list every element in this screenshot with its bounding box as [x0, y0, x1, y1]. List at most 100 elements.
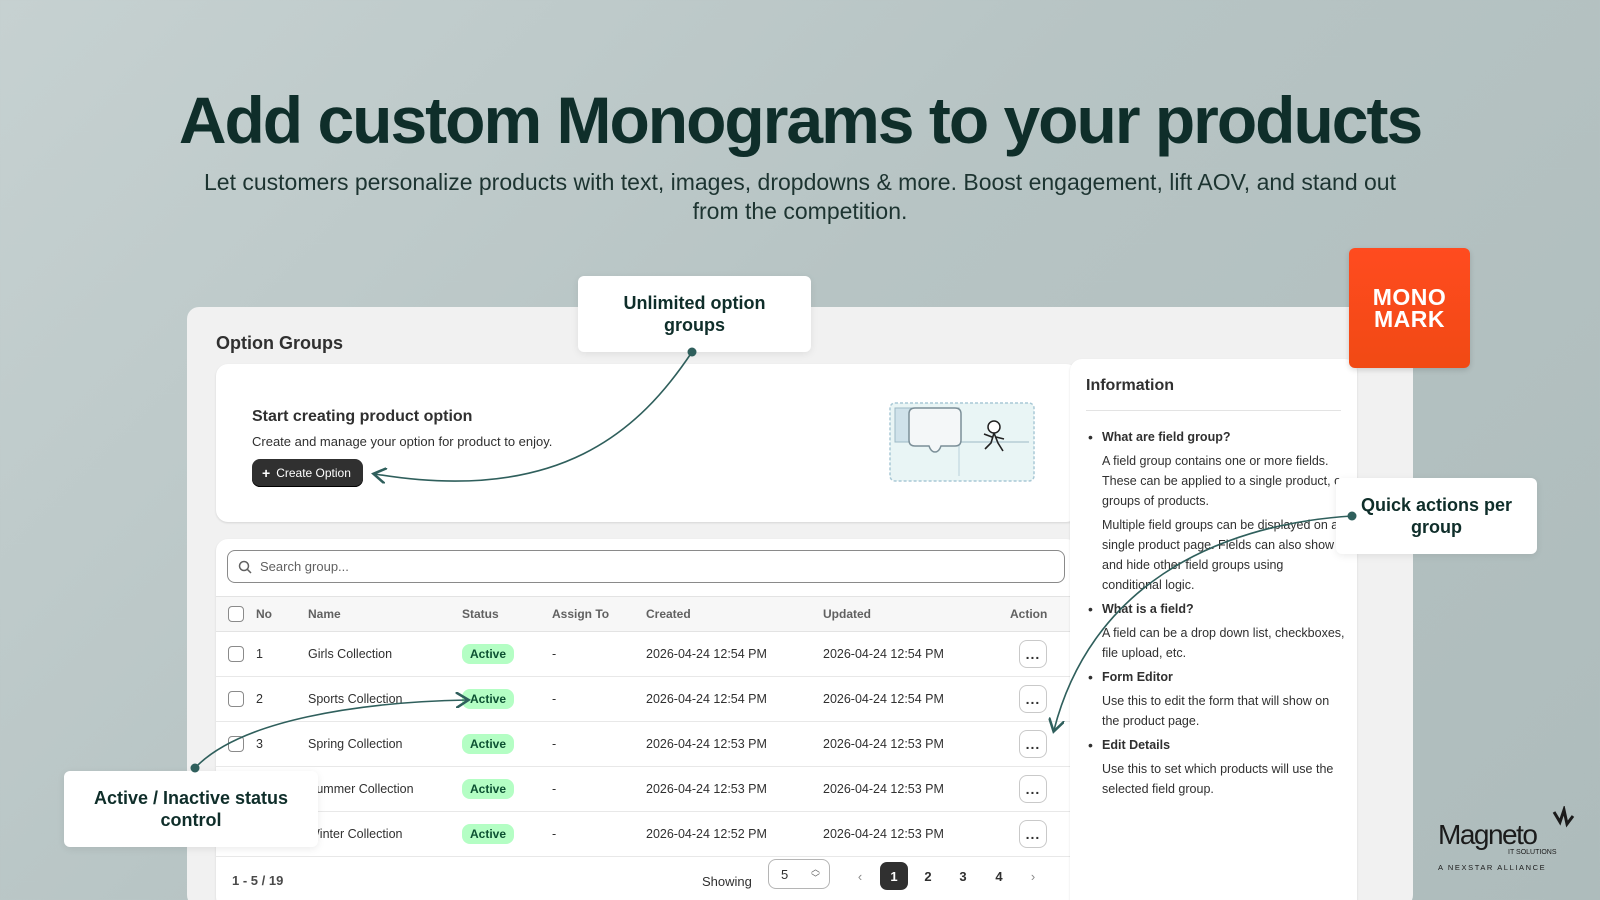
row-assign: -	[552, 827, 557, 841]
row-created: 2026-04-24 12:53 PM	[646, 782, 767, 796]
info-question: Edit Details	[1102, 738, 1171, 752]
callout-text: Quick actions per group	[1360, 495, 1513, 537]
puzzle-illustration-icon	[889, 402, 1035, 482]
status-badge[interactable]: Active	[462, 689, 515, 709]
row-updated: 2026-04-24 12:54 PM	[823, 692, 944, 706]
info-item: Edit Details Use this to set which produ…	[1086, 735, 1346, 799]
select-all-checkbox[interactable]	[228, 606, 244, 622]
table-row[interactable]: 1 Girls Collection Active - 2026-04-24 1…	[216, 632, 1078, 677]
info-title: Information	[1086, 377, 1174, 394]
row-actions-button[interactable]: ...	[1019, 685, 1047, 713]
page-2-button[interactable]: 2	[914, 862, 942, 890]
table-row[interactable]: 3 Spring Collection Active - 2026-04-24 …	[216, 722, 1078, 767]
hero-title: Add custom Monograms to your products	[178, 83, 1423, 157]
info-text: A field can be a drop down list, checkbo…	[1102, 626, 1345, 660]
row-updated: 2026-04-24 12:54 PM	[823, 647, 944, 661]
page-title: Option Groups	[216, 333, 343, 353]
logo-line-1: MONO	[1372, 284, 1447, 310]
info-question: What are field group?	[1102, 430, 1231, 444]
row-actions-button[interactable]: ...	[1019, 730, 1047, 758]
row-checkbox[interactable]	[228, 736, 244, 752]
row-no: 3	[256, 737, 263, 751]
row-checkbox[interactable]	[228, 691, 244, 707]
callout-status-control: Active / Inactive status control	[64, 771, 318, 847]
info-text: A field group contains one or more field…	[1102, 454, 1346, 508]
callout-text: Unlimited option groups	[623, 293, 766, 335]
header-name: Name	[308, 607, 341, 621]
callout-unlimited-groups: Unlimited option groups	[578, 276, 811, 352]
info-item: What is a field? A field can be a drop d…	[1086, 599, 1346, 663]
header-action: Action	[1010, 607, 1048, 621]
information-card: Information What are field group? A fiel…	[1070, 359, 1357, 900]
row-updated: 2026-04-24 12:53 PM	[823, 737, 944, 751]
row-name: Girls Collection	[308, 647, 393, 661]
row-no: 1	[256, 647, 263, 661]
row-name: Sports Collection	[308, 692, 403, 706]
table-row[interactable]: 2 Sports Collection Active - 2026-04-24 …	[216, 677, 1078, 722]
page-4-button[interactable]: 4	[985, 862, 1013, 890]
status-badge[interactable]: Active	[462, 734, 515, 754]
row-name: Winter Collection	[308, 827, 403, 841]
row-assign: -	[552, 692, 557, 706]
monomark-logo: MONO MARK	[1349, 248, 1470, 368]
row-updated: 2026-04-24 12:53 PM	[823, 827, 944, 841]
page-1-button[interactable]: 1	[880, 862, 908, 890]
search-input[interactable]	[260, 559, 1040, 574]
row-name: Summer Collection	[308, 782, 414, 796]
info-item: What are field group? A field group cont…	[1086, 427, 1346, 595]
row-assign: -	[552, 737, 557, 751]
row-created: 2026-04-24 12:54 PM	[646, 647, 767, 661]
row-updated: 2026-04-24 12:53 PM	[823, 782, 944, 796]
callout-text: Active / Inactive status control	[93, 788, 289, 830]
start-card: Start creating product option Create and…	[216, 364, 1078, 522]
header-created: Created	[646, 607, 691, 621]
info-text: Use this to edit the form that will show…	[1102, 694, 1330, 728]
create-option-label: Create Option	[276, 466, 351, 480]
table-row[interactable]: 5 Winter Collection Active - 2026-04-24 …	[216, 812, 1078, 857]
row-created: 2026-04-24 12:54 PM	[646, 692, 767, 706]
brand-tagline: IT SOLUTIONS	[1508, 849, 1557, 856]
prev-page-button[interactable]: ‹	[846, 862, 874, 890]
callout-quick-actions: Quick actions per group	[1336, 478, 1537, 554]
info-question: What is a field?	[1102, 602, 1194, 616]
page-range: 1 - 5 / 19	[232, 873, 284, 888]
row-assign: -	[552, 647, 557, 661]
info-divider	[1086, 410, 1341, 411]
next-page-button[interactable]: ›	[1019, 862, 1047, 890]
table-row[interactable]: 4 Summer Collection Active - 2026-04-24 …	[216, 767, 1078, 812]
search-bar	[227, 550, 1065, 583]
status-badge[interactable]: Active	[462, 644, 515, 664]
brand-alliance: A NEXSTAR ALLIANCE	[1438, 863, 1546, 872]
table-header: No Name Status Assign To Created Updated…	[216, 596, 1078, 632]
row-assign: -	[552, 782, 557, 796]
search-icon	[238, 560, 252, 574]
header-status: Status	[462, 607, 499, 621]
plus-icon: +	[262, 465, 271, 481]
info-item: Form Editor Use this to edit the form th…	[1086, 667, 1346, 731]
info-question: Form Editor	[1102, 670, 1173, 684]
info-text: Multiple field groups can be displayed o…	[1102, 518, 1339, 592]
status-badge[interactable]: Active	[462, 824, 515, 844]
row-checkbox[interactable]	[228, 646, 244, 662]
page-size-select[interactable]: 5 ︿ ﹀	[768, 859, 830, 889]
row-actions-button[interactable]: ...	[1019, 775, 1047, 803]
logo-line-2: MARK	[1374, 306, 1445, 332]
row-actions-button[interactable]: ...	[1019, 640, 1047, 668]
row-created: 2026-04-24 12:52 PM	[646, 827, 767, 841]
row-no: 2	[256, 692, 263, 706]
select-arrows-icon: ︿ ﹀	[810, 864, 820, 883]
create-option-button[interactable]: + Create Option	[252, 459, 363, 487]
page-3-button[interactable]: 3	[949, 862, 977, 890]
showing-label: Showing	[702, 874, 752, 889]
groups-table-card: No Name Status Assign To Created Updated…	[216, 539, 1078, 900]
header-assign: Assign To	[552, 607, 610, 621]
header-no: No	[256, 607, 272, 621]
hero-subtitle: Let customers personalize products with …	[204, 169, 1396, 224]
info-text: Use this to set which products will use …	[1102, 762, 1334, 796]
info-list: What are field group? A field group cont…	[1086, 427, 1346, 803]
row-created: 2026-04-24 12:53 PM	[646, 737, 767, 751]
status-badge[interactable]: Active	[462, 779, 515, 799]
row-actions-button[interactable]: ...	[1019, 820, 1047, 848]
table-footer: 1 - 5 / 19 Showing 5 ︿ ﹀ ‹ 1 2 3 4 ›	[216, 856, 1078, 900]
header-updated: Updated	[823, 607, 871, 621]
